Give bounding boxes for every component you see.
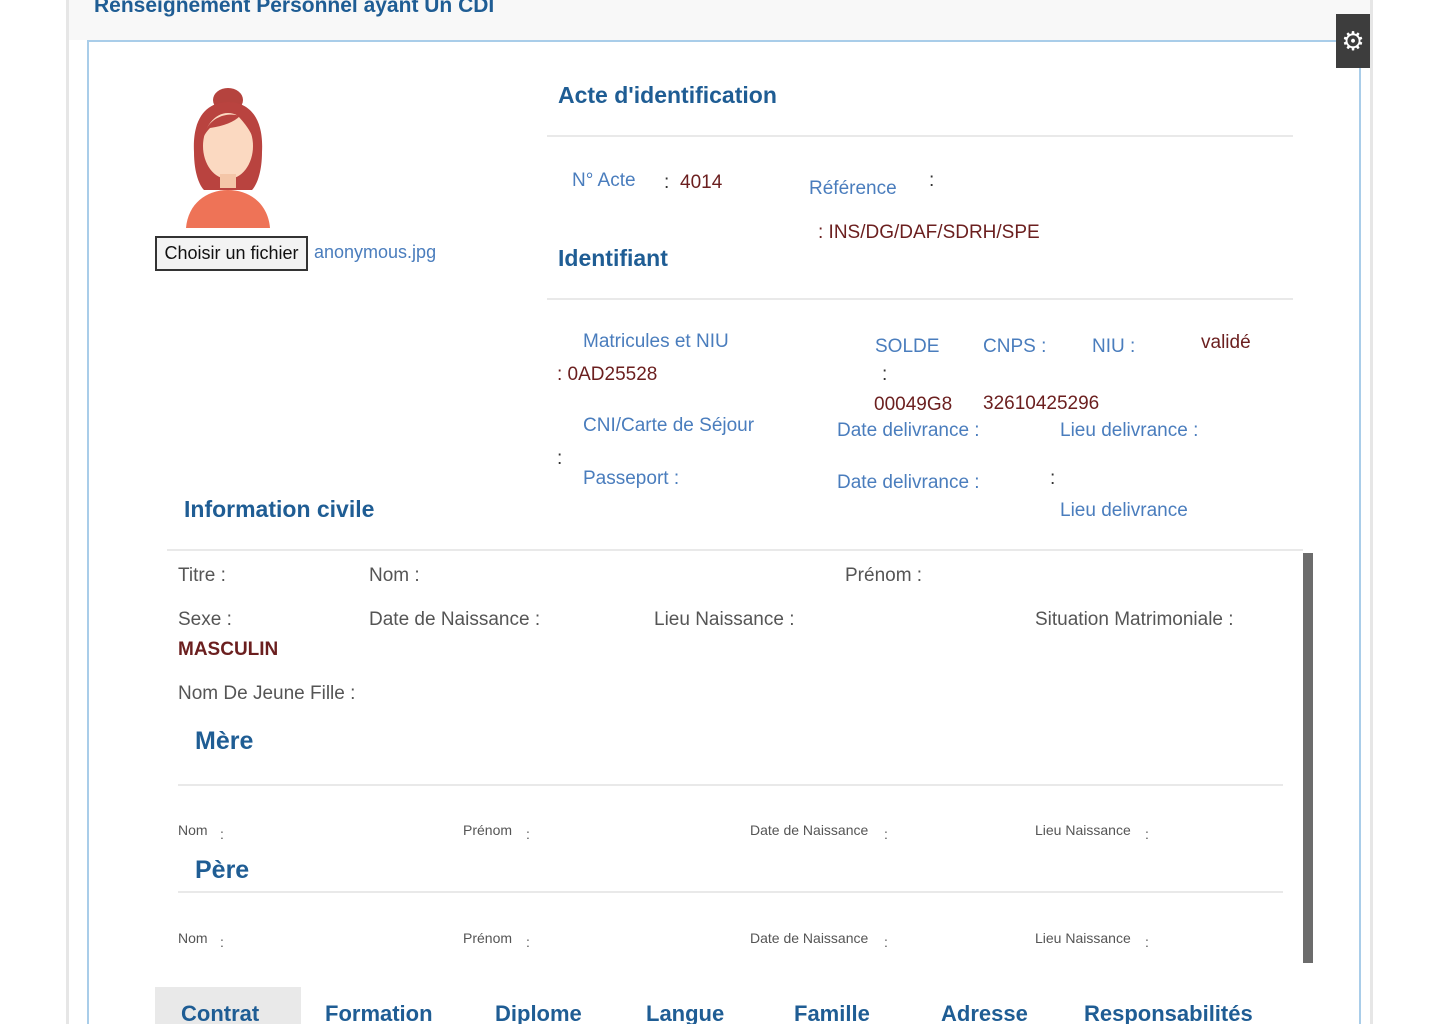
female-avatar-icon: [186, 88, 270, 228]
solde-colon: :: [882, 364, 888, 385]
acte-section-title: Acte d'identification: [558, 82, 777, 108]
page-left-border: [66, 0, 69, 1024]
nom-label: Nom :: [369, 565, 420, 586]
gear-icon: ⚙: [1341, 26, 1365, 56]
cni-colon: :: [557, 448, 563, 469]
tab-famille[interactable]: Famille: [794, 987, 870, 1024]
pere-nom-colon: :: [220, 934, 224, 950]
mere-prenom-colon: :: [526, 826, 530, 842]
cni-date-label: Date delivrance :: [837, 420, 980, 441]
choose-file-button[interactable]: Choisir un fichier: [155, 236, 308, 271]
civil-section-title: Information civile: [184, 496, 375, 522]
passeport-date-label: Date delivrance :: [837, 472, 980, 493]
pere-divider: [178, 891, 1283, 893]
page-title: Renseignement Personnel ayant Un CDI: [94, 0, 495, 17]
sexe-value: MASCULIN: [178, 639, 279, 660]
solde-label: SOLDE: [875, 336, 940, 357]
tab-langue[interactable]: Langue: [646, 987, 724, 1024]
mere-divider: [178, 784, 1283, 786]
pere-date-label: Date de Naissance: [750, 930, 869, 946]
mere-nom-label: Nom: [178, 822, 208, 838]
no-acte-colon: :: [664, 172, 670, 193]
cnps-label: CNPS :: [983, 336, 1047, 357]
pere-lieu-colon: :: [1145, 934, 1149, 950]
identifiant-section-title: Identifiant: [558, 245, 668, 271]
titre-label: Titre :: [178, 565, 226, 586]
pere-section-title: Père: [195, 856, 250, 884]
identifiant-divider: [547, 298, 1293, 300]
mere-prenom-label: Prénom: [463, 822, 513, 838]
mere-date-label: Date de Naissance: [750, 822, 869, 838]
pere-lieu-label: Lieu Naissance: [1035, 930, 1131, 946]
tab-responsabilites[interactable]: Responsabilités: [1084, 987, 1253, 1024]
cnps-value: 32610425296: [983, 393, 1100, 414]
page-right-border: [1370, 0, 1373, 1024]
jeune-fille-label: Nom De Jeune Fille :: [178, 683, 356, 704]
personal-info-panel: [87, 40, 1361, 1024]
status-validated: validé: [1201, 332, 1251, 353]
settings-button[interactable]: ⚙: [1336, 14, 1370, 68]
cni-label: CNI/Carte de Séjour: [583, 415, 755, 436]
passeport-lieu-label: Lieu delivrance: [1060, 500, 1188, 521]
page: Renseignement Personnel ayant Un CDI ⚙ C…: [0, 0, 1440, 1024]
reference-colon: :: [929, 170, 935, 191]
date-naissance-label: Date de Naissance :: [369, 609, 541, 630]
tab-adresse[interactable]: Adresse: [941, 987, 1028, 1024]
file-name-label: anonymous.jpg: [314, 242, 437, 262]
civil-scrollbar[interactable]: [1303, 553, 1313, 963]
passeport-lieu-colon: :: [1050, 468, 1056, 489]
cni-lieu-label: Lieu delivrance :: [1060, 420, 1199, 441]
tab-formation[interactable]: Formation: [325, 987, 433, 1024]
acte-divider: [547, 135, 1293, 137]
pere-nom-label: Nom: [178, 930, 208, 946]
tab-diplome[interactable]: Diplome: [495, 987, 582, 1024]
passeport-label: Passeport :: [583, 468, 680, 489]
pere-prenom-label: Prénom: [463, 930, 513, 946]
no-acte-label: N° Acte: [572, 170, 636, 191]
no-acte-value: 4014: [680, 172, 723, 193]
mere-lieu-colon: :: [1145, 826, 1149, 842]
prenom-label: Prénom :: [845, 565, 923, 586]
reference-value: : INS/DG/DAF/SDRH/SPE: [818, 222, 1040, 243]
niu-label: NIU :: [1092, 336, 1136, 357]
pere-prenom-colon: :: [526, 934, 530, 950]
civil-divider: [167, 549, 1303, 551]
mere-section-title: Mère: [195, 727, 254, 755]
reference-label: Référence: [809, 178, 897, 199]
mere-lieu-label: Lieu Naissance: [1035, 822, 1131, 838]
tab-contrat[interactable]: Contrat: [155, 987, 301, 1024]
matricules-label: Matricules et NIU: [583, 331, 729, 352]
sexe-label: Sexe :: [178, 609, 232, 630]
mere-nom-colon: :: [220, 826, 224, 842]
mere-date-colon: :: [884, 826, 888, 842]
solde-value: 00049G8: [874, 394, 953, 415]
situation-label: Situation Matrimoniale :: [1035, 609, 1234, 630]
lieu-naissance-label: Lieu Naissance :: [654, 609, 795, 630]
pere-date-colon: :: [884, 934, 888, 950]
matricules-value: : 0AD25528: [557, 364, 658, 385]
